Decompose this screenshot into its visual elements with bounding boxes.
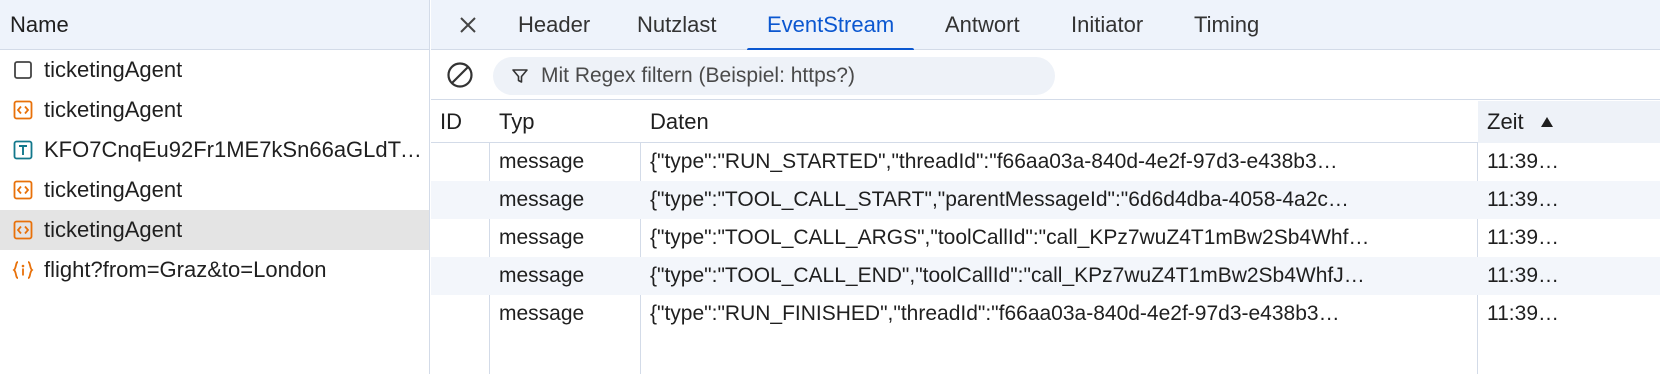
cell-time: 11:39… <box>1487 264 1559 287</box>
tab-header[interactable]: Header <box>518 0 590 50</box>
table-row[interactable]: message {"type":"TOOL_CALL_END","toolCal… <box>431 257 1660 295</box>
request-name: flight?from=Graz&to=London <box>44 257 327 282</box>
cell-time: 11:39… <box>1487 226 1559 249</box>
close-icon[interactable] <box>455 12 481 38</box>
cell-data-text: {"type":"RUN_FINISHED","threadId":"f66aa… <box>650 302 1340 325</box>
filter-bar <box>431 50 1660 100</box>
request-name: ticketingAgent <box>44 97 183 122</box>
font-file-icon <box>12 139 34 161</box>
cell-time: 11:39… <box>1487 302 1559 325</box>
request-row[interactable]: ticketingAgent <box>0 90 429 130</box>
cell-data: {"type":"TOOL_CALL_ARGS","toolCallId":"c… <box>641 219 1477 257</box>
cell-id <box>431 181 489 219</box>
column-header-type[interactable]: Typ <box>490 101 640 143</box>
table-row[interactable]: message {"type":"TOOL_CALL_ARGS","toolCa… <box>431 219 1660 257</box>
clear-block-icon[interactable] <box>445 60 475 90</box>
cell-data: {"type":"RUN_FINISHED","threadId":"f66aa… <box>641 295 1477 333</box>
column-header-time[interactable]: Zeit <box>1478 101 1660 143</box>
cell-data: {"type":"RUN_STARTED","threadId":"f66aa0… <box>641 143 1477 181</box>
cell-data-text: {"type":"RUN_STARTED","threadId":"f66aa0… <box>650 150 1338 173</box>
cell-type: message <box>499 150 585 173</box>
request-row[interactable]: ticketingAgent <box>0 50 429 90</box>
tab-eventstream[interactable]: EventStream <box>746 0 915 51</box>
sort-ascending-icon <box>1540 116 1554 128</box>
column-header-id[interactable]: ID <box>431 101 489 143</box>
filter-input-box[interactable] <box>493 57 1055 95</box>
tab-response[interactable]: Antwort <box>945 0 1020 50</box>
request-name: KFO7CnqEu92Fr1ME7kSn66aGLdTylUAMa3yUBA.w… <box>44 137 424 162</box>
name-column-label: Name <box>10 11 69 37</box>
cell-type: message <box>499 264 585 287</box>
code-doc-icon <box>12 99 34 121</box>
table-header-row: ID Typ Daten Zeit <box>431 101 1660 143</box>
name-column-header[interactable]: Name <box>0 0 429 50</box>
cell-data-text: {"type":"TOOL_CALL_START","parentMessage… <box>650 188 1349 211</box>
code-doc-icon <box>12 179 34 201</box>
request-row-selected[interactable]: ticketingAgent <box>0 210 429 250</box>
cell-time: 11:39… <box>1487 150 1559 173</box>
filter-funnel-icon <box>511 67 529 85</box>
cell-id <box>431 257 489 295</box>
request-list-panel: Name ticketingAgent ticketingAgent KFO7C… <box>0 0 430 374</box>
table-row[interactable]: message {"type":"RUN_FINISHED","threadId… <box>431 295 1660 333</box>
tab-initiator[interactable]: Initiator <box>1071 0 1143 50</box>
cell-data-text: {"type":"TOOL_CALL_END","toolCallId":"ca… <box>650 264 1365 287</box>
request-name: ticketingAgent <box>44 217 183 242</box>
cell-id <box>431 143 489 181</box>
request-row[interactable]: ticketingAgent <box>0 170 429 210</box>
json-icon <box>12 259 34 281</box>
cell-type: message <box>499 188 585 211</box>
request-row[interactable]: flight?from=Graz&to=London <box>0 250 429 290</box>
code-doc-icon <box>12 219 34 241</box>
cell-type: message <box>499 226 585 249</box>
request-name: ticketingAgent <box>44 177 183 202</box>
table-row[interactable]: message {"type":"RUN_STARTED","threadId"… <box>431 143 1660 181</box>
request-name: ticketingAgent <box>44 57 183 82</box>
checkbox-icon <box>12 59 34 81</box>
column-header-time-label: Zeit <box>1487 109 1524 134</box>
cell-type: message <box>499 302 585 325</box>
cell-data: {"type":"TOOL_CALL_START","parentMessage… <box>641 181 1477 219</box>
eventstream-table: ID Typ Daten Zeit message {"type":"RUN_S… <box>431 101 1660 374</box>
table-row[interactable]: message {"type":"TOOL_CALL_START","paren… <box>431 181 1660 219</box>
tab-timing[interactable]: Timing <box>1194 0 1259 50</box>
cell-id <box>431 295 489 333</box>
filter-input[interactable] <box>541 64 1041 88</box>
column-header-data[interactable]: Daten <box>641 101 1477 143</box>
request-detail-panel: Header Nutzlast EventStream Antwort Init… <box>431 0 1660 374</box>
cell-data: {"type":"TOOL_CALL_END","toolCallId":"ca… <box>641 257 1477 295</box>
request-row[interactable]: KFO7CnqEu92Fr1ME7kSn66aGLdTylUAMa3yUBA.w… <box>0 130 429 170</box>
tab-payload[interactable]: Nutzlast <box>637 0 716 50</box>
cell-id <box>431 219 489 257</box>
cell-time: 11:39… <box>1487 188 1559 211</box>
cell-data-text: {"type":"TOOL_CALL_ARGS","toolCallId":"c… <box>650 226 1370 249</box>
detail-tabbar: Header Nutzlast EventStream Antwort Init… <box>431 0 1660 51</box>
